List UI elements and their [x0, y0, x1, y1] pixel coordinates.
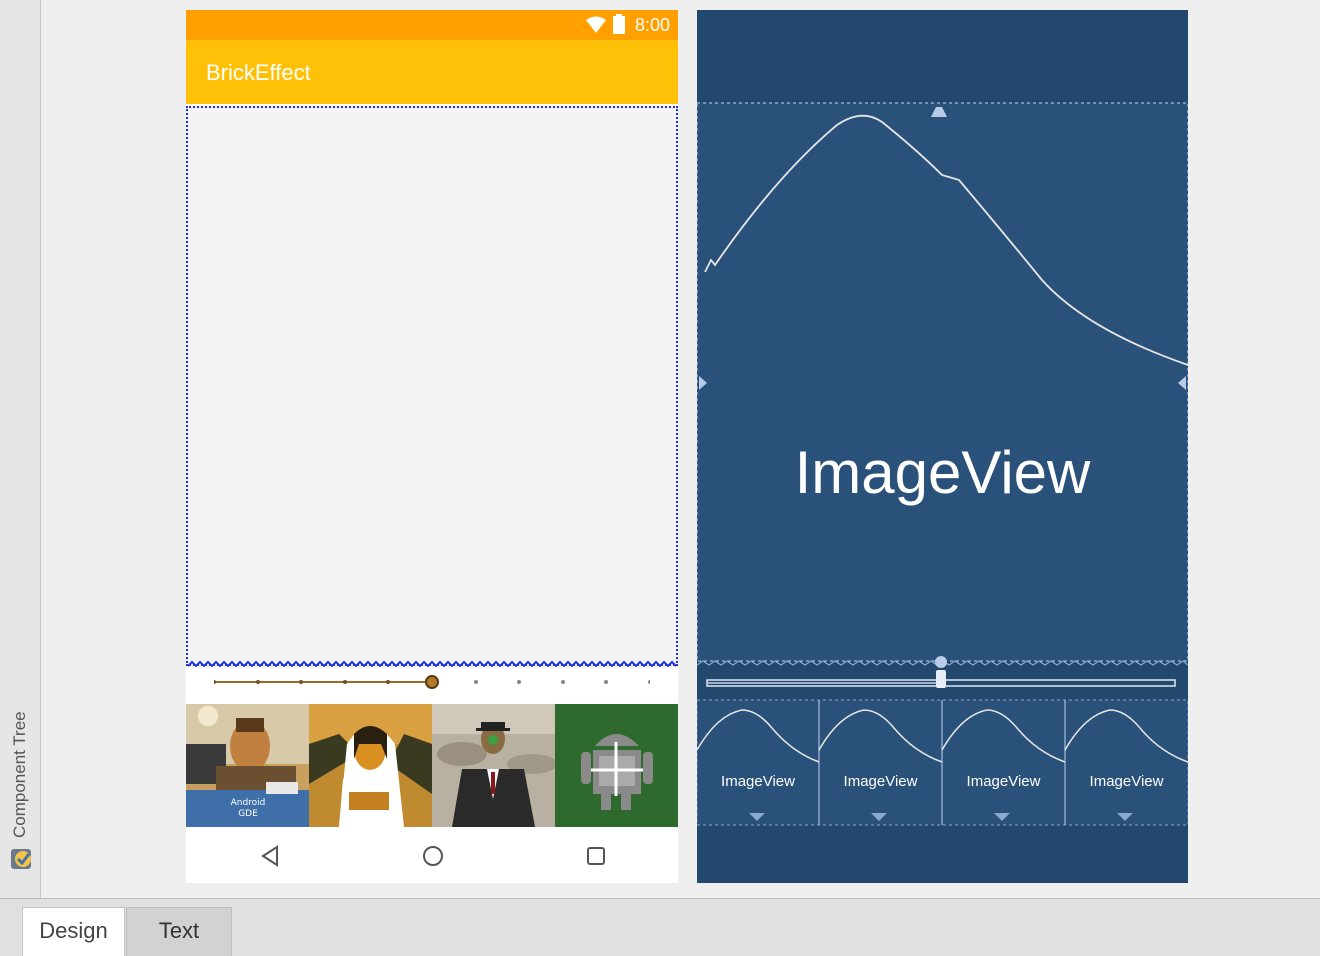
recents-icon[interactable] [586, 846, 606, 866]
phone-preview: 8:00 BrickEffect Android GDE [186, 10, 678, 883]
seekbar[interactable] [214, 672, 650, 692]
back-icon[interactable] [260, 845, 280, 867]
battery-icon [613, 14, 625, 34]
home-icon[interactable] [422, 845, 444, 867]
thumbnail-son-of-man[interactable] [432, 704, 555, 827]
component-tree-icon[interactable] [9, 845, 35, 871]
blueprint-thumb-label[interactable]: ImageView [697, 773, 819, 790]
app-bar: BrickEffect [186, 40, 678, 104]
status-bar: 8:00 [186, 10, 678, 40]
image-view-selected[interactable] [186, 106, 678, 668]
thumbnail-portrait[interactable]: Android GDE [186, 704, 309, 827]
app-title: BrickEffect [206, 60, 311, 85]
editor-tab-bar: Design Text [0, 898, 1320, 956]
selection-zigzag-edge [188, 660, 676, 668]
blueprint-thumb-label[interactable]: ImageView [942, 773, 1065, 790]
thumbnail-caption-line2: GDE [238, 809, 258, 819]
blueprint-thumb-label[interactable]: ImageView [819, 773, 942, 790]
thumbnail-strip: Android GDE [186, 704, 678, 827]
status-time: 8:00 [634, 15, 670, 35]
blueprint-preview: ImageView ImageView ImageView ImageView … [697, 10, 1188, 883]
seekbar-thumb [425, 675, 439, 689]
thumbnail-caption-line1: Android [231, 798, 266, 808]
wifi-icon [586, 16, 606, 33]
component-tree-label[interactable]: Component Tree [10, 711, 30, 838]
tab-text[interactable]: Text [126, 907, 232, 956]
thumbnail-mona-lisa[interactable] [309, 704, 432, 827]
thumbnail-android[interactable] [555, 704, 678, 827]
tab-design[interactable]: Design [22, 907, 125, 956]
navigation-bar [186, 827, 678, 883]
blueprint-imageview-label[interactable]: ImageView [697, 438, 1188, 507]
component-tree-strip: Component Tree [0, 0, 41, 898]
blueprint-thumb-label[interactable]: ImageView [1065, 773, 1188, 790]
